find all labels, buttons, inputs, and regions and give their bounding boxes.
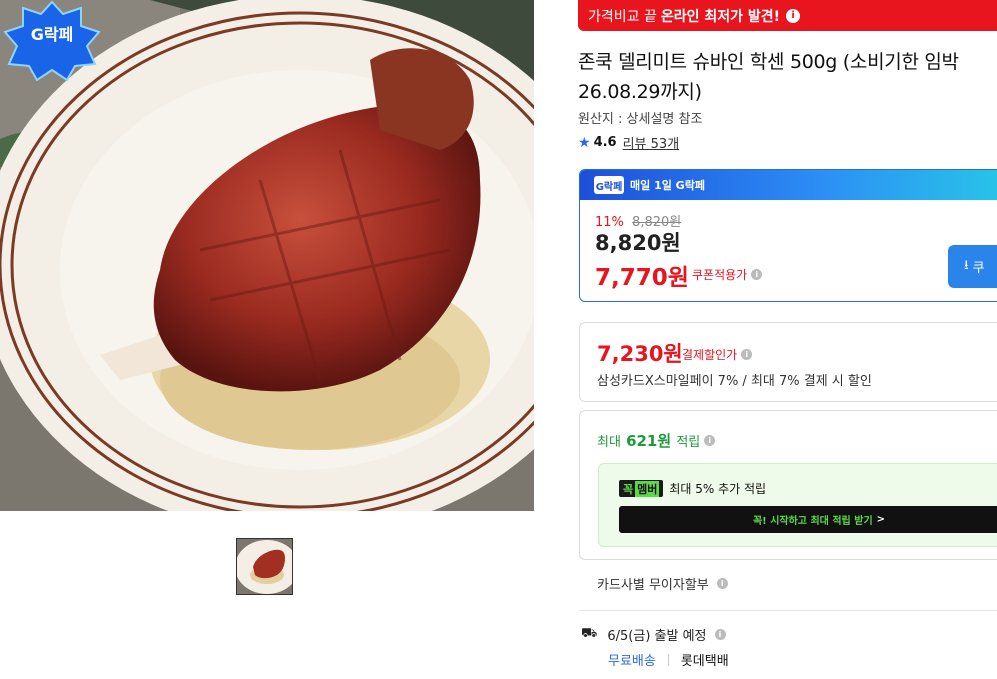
membership-cta-button[interactable]: 꼭! 시작하고 최대 적립 받기 > xyxy=(619,506,997,533)
coupon-download-button[interactable]: ⭳ 쿠 xyxy=(948,245,997,288)
payment-price: 7,230원 xyxy=(597,342,683,366)
installment-text: 카드사별 무이자할부 xyxy=(597,578,709,593)
star-icon: ★ xyxy=(578,134,591,151)
g-promo-box: G락페 매일 1일 G락페 11% 8,820원 8,820원 7,770원 쿠… xyxy=(579,169,997,302)
info-icon[interactable]: i xyxy=(704,435,716,446)
review-link[interactable]: 리뷰 53개 xyxy=(623,133,680,152)
reward-prefix: 최대 xyxy=(597,435,621,450)
coupon-price: 7,770원 xyxy=(595,265,689,291)
membership-text: 최대 5% 추가 적립 xyxy=(669,482,767,496)
payment-discount-box: 7,230원 결제할인가 i 삼성카드X스마일페이 7% / 최대 7% 결제 … xyxy=(579,322,997,402)
payment-label: 결제할인가 i xyxy=(682,346,753,363)
membership-badge: 꼭 멤버 xyxy=(619,480,664,497)
payment-desc: 삼성카드X스마일페이 7% / 최대 7% 결제 시 할인 xyxy=(597,374,872,389)
info-icon[interactable]: i xyxy=(751,269,763,280)
coupon-download-label: 쿠 xyxy=(972,261,985,276)
coupon-label: 쿠폰적용가 i xyxy=(692,266,763,283)
membership-cta-label: 꼭! 시작하고 최대 적립 받기 xyxy=(752,516,873,527)
membership-badge-k: 꼭 xyxy=(623,482,634,496)
carrier: 롯데택배 xyxy=(680,654,729,669)
info-icon[interactable]: i xyxy=(716,578,728,589)
info-icon[interactable]: i xyxy=(714,629,726,640)
shipping-date: 6/5(금) 출발 예정 xyxy=(607,629,707,644)
divider xyxy=(667,653,669,666)
reward-suffix: 적립 xyxy=(676,435,701,450)
free-shipping: 무료배송 xyxy=(608,654,656,669)
reward-amount: 621원 xyxy=(626,432,672,450)
g-promo-header-text: 매일 1일 G락페 xyxy=(630,179,705,192)
product-rating: ★ 4.6 리뷰 53개 xyxy=(578,133,680,153)
logo-text: G락페 xyxy=(31,25,74,44)
truck-icon: ⛟ xyxy=(581,626,598,641)
product-origin: 원산지 : 상세설명 참조 xyxy=(578,112,703,127)
product-title: 존쿡 델리미트 슈바인 학센 500g (소비기한 임박 26.08.29까지) xyxy=(578,51,959,103)
coupon-label-text: 쿠폰적용가 xyxy=(692,268,748,282)
g-promo-badge: G락페 xyxy=(594,176,624,194)
download-icon: ⭳ xyxy=(964,257,969,273)
banner-highlight: 온라인 최저가 발견! xyxy=(660,8,781,25)
installment-info[interactable]: 카드사별 무이자할부 i xyxy=(597,574,728,593)
g-promo-header: G락페 매일 1일 G락페 xyxy=(580,170,997,200)
info-icon: i xyxy=(786,8,801,23)
g-festival-logo: G락페 xyxy=(3,0,101,82)
rating-score: 4.6 xyxy=(593,135,617,150)
membership-panel: 꼭 멤버 최대 5% 추가 적립 꼭! 시작하고 최대 적립 받기 > xyxy=(598,463,997,547)
membership-badge-m: 멤버 xyxy=(635,480,660,497)
product-thumbnail[interactable] xyxy=(236,538,293,595)
banner-prefix: 가격비교 끝 xyxy=(588,8,657,25)
divider xyxy=(579,610,997,611)
shipping-info: ⛟ 6/5(금) 출발 예정 i xyxy=(581,625,726,644)
payment-label-text: 결제할인가 xyxy=(682,348,738,362)
reward-title: 최대 621원 적립 i xyxy=(597,430,716,451)
shipping-details: 무료배송 롯데택배 xyxy=(608,650,729,669)
chevron-right-icon: > xyxy=(876,514,886,525)
lowest-price-banner[interactable]: 가격비교 끝 온라인 최저가 발견! i xyxy=(578,0,997,31)
membership-line: 꼭 멤버 최대 5% 추가 적립 xyxy=(619,480,766,497)
info-icon[interactable]: i xyxy=(741,349,753,360)
sale-price: 8,820원 xyxy=(595,231,681,255)
reward-box: 최대 621원 적립 i 꼭 멤버 최대 5% 추가 적립 꼭! 시작하고 최대… xyxy=(579,410,997,560)
